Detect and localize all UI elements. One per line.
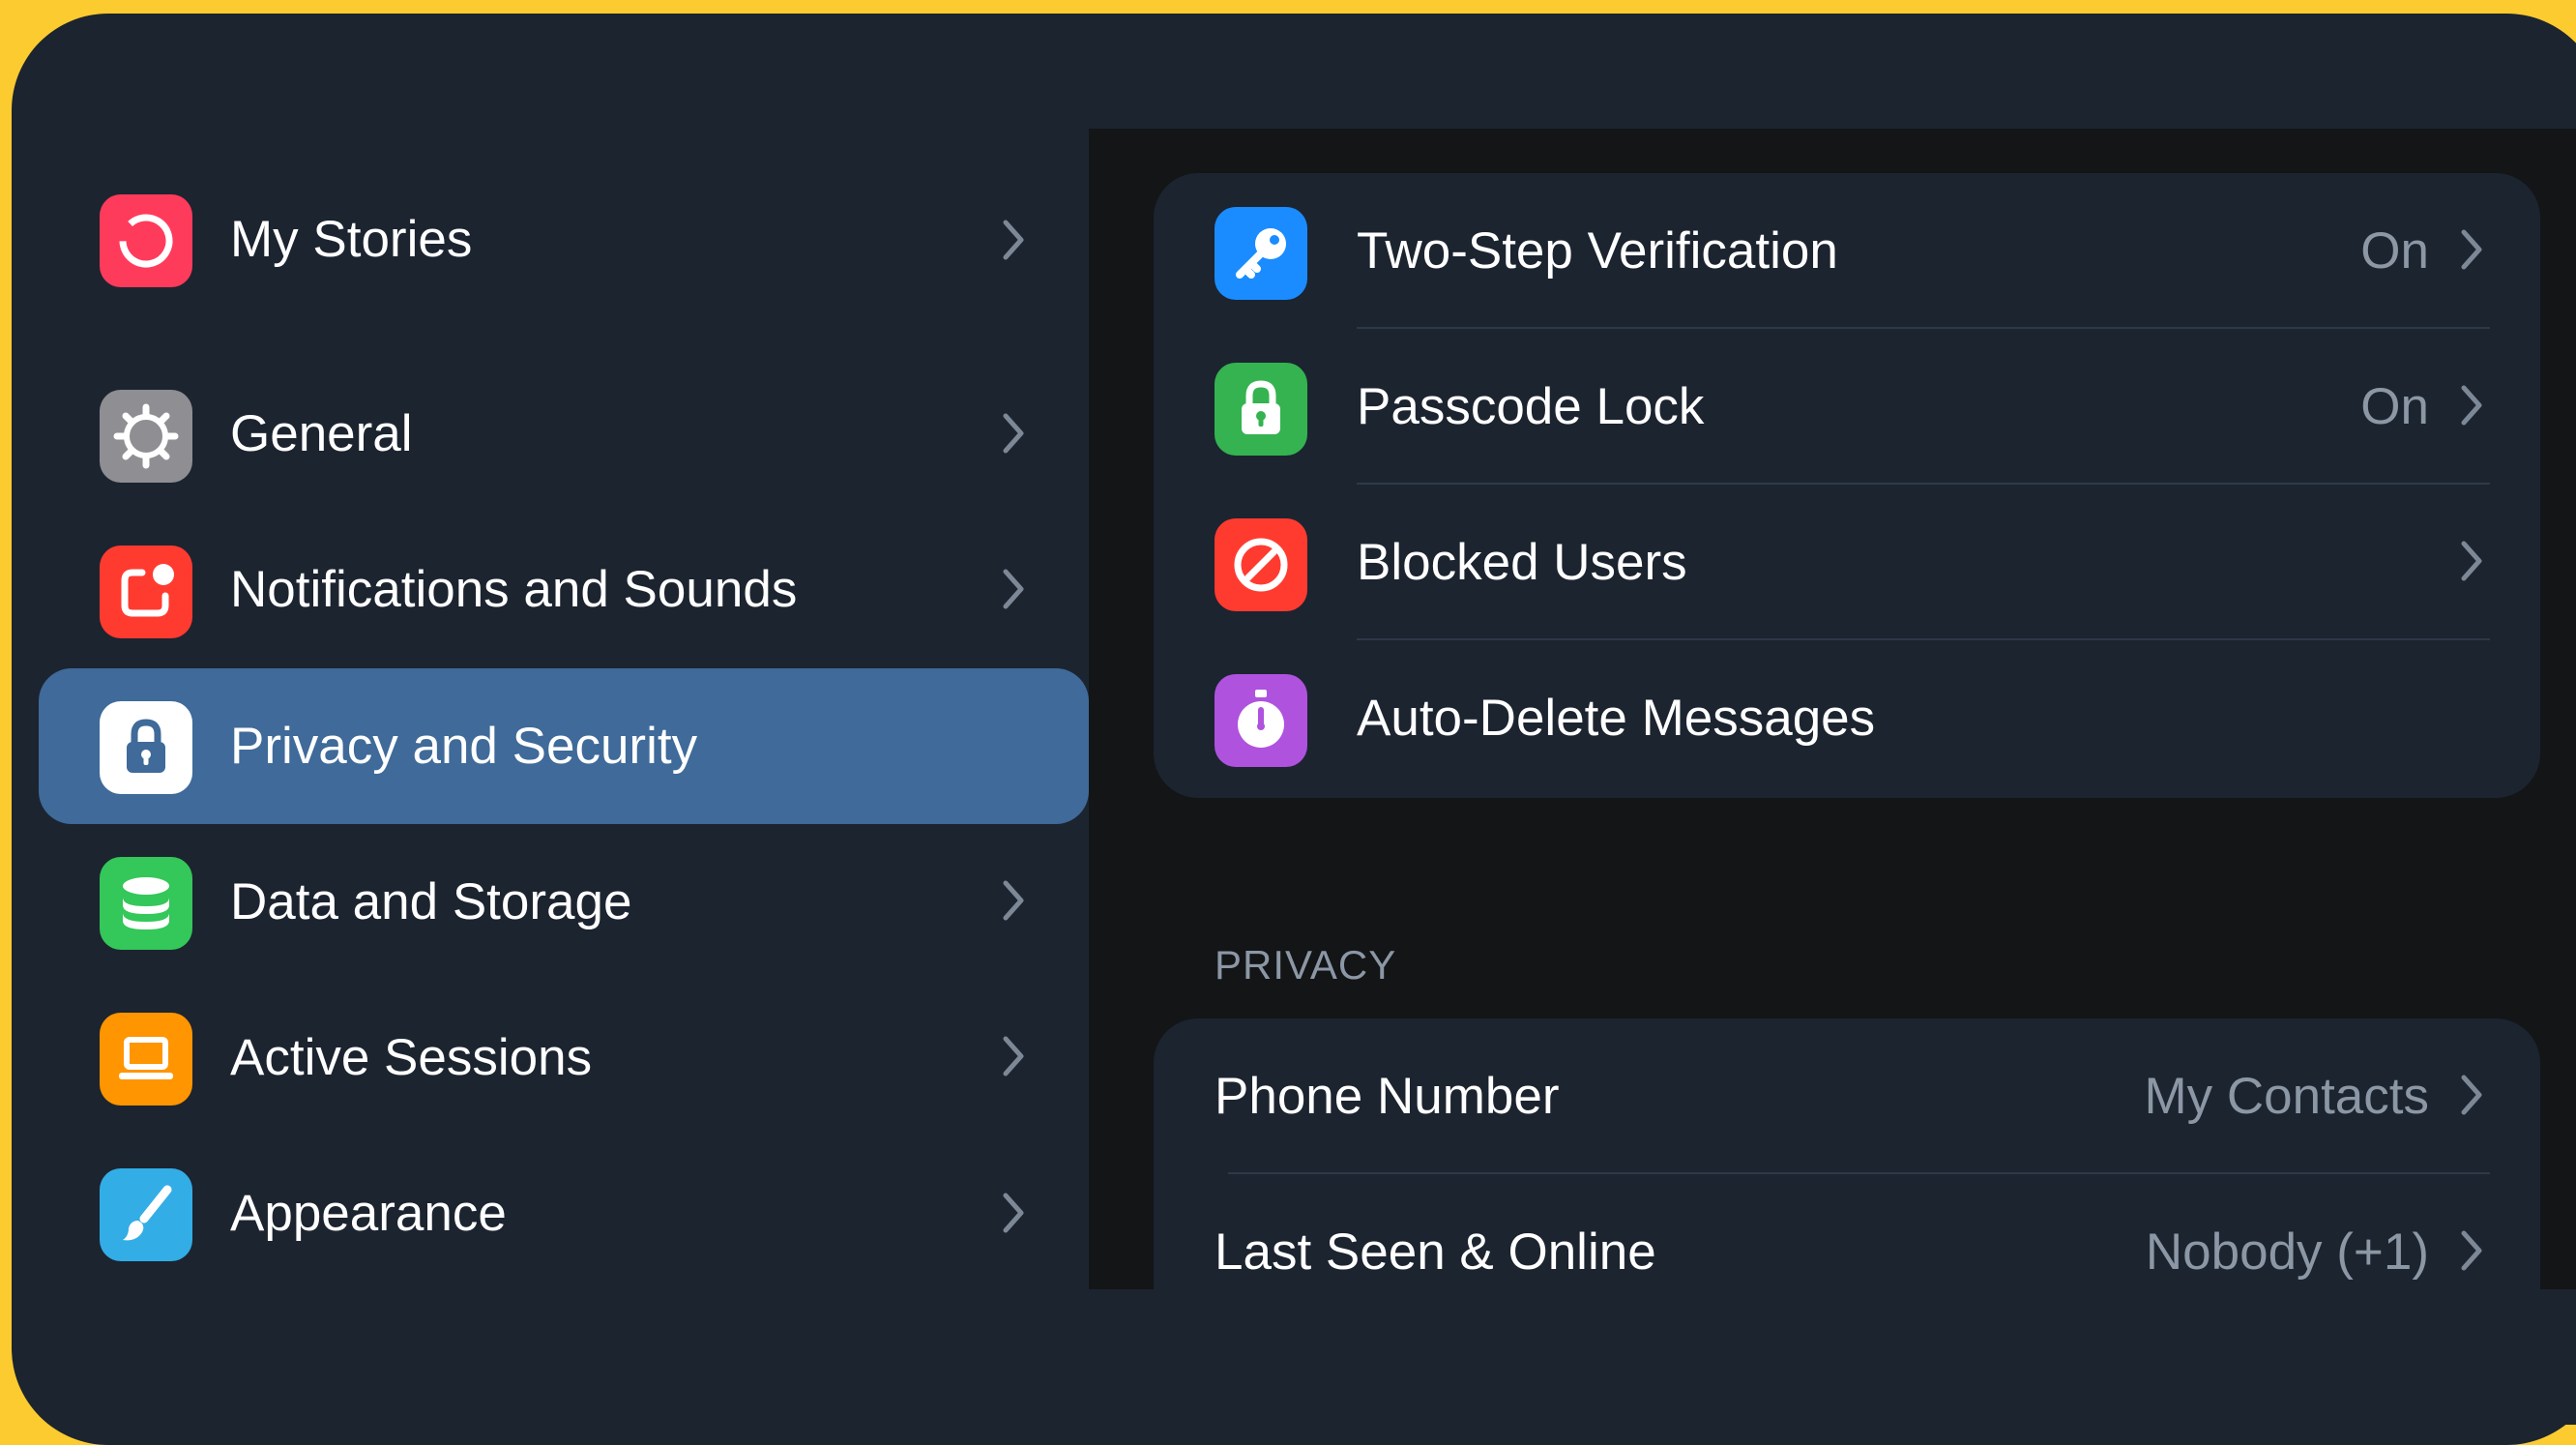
lock-icon [100, 701, 192, 794]
chevron-right-icon [1003, 413, 1024, 454]
sidebar-item-label: My Stories [230, 211, 473, 268]
chevron-right-icon [2461, 1230, 2482, 1271]
sidebar-item-label: Data and Storage [230, 873, 632, 930]
row-value: Nobody (+1) [2145, 1224, 2429, 1281]
chevron-right-icon [1003, 1193, 1024, 1233]
row-value: On [2360, 222, 2429, 280]
sidebar-item-label: General [230, 405, 413, 462]
chevron-right-icon [2461, 385, 2482, 426]
row-label: Last Seen & Online [1215, 1224, 1656, 1281]
chevron-right-icon [1003, 1036, 1024, 1076]
gear-icon [100, 390, 192, 483]
chevron-right-icon [2461, 541, 2482, 581]
blocked-icon [1215, 518, 1307, 611]
key-icon [1215, 207, 1307, 300]
sidebar-item-label: Privacy and Security [230, 718, 698, 775]
bottom-edge [1089, 1289, 2576, 1425]
row-value: My Contacts [2144, 1068, 2429, 1125]
laptop-icon [100, 1013, 192, 1106]
sidebar-item-label: Notifications and Sounds [230, 561, 798, 618]
row-label: Auto-Delete Messages [1357, 690, 1876, 747]
chevron-right-icon [1003, 569, 1024, 609]
lock-icon [1215, 363, 1307, 456]
sidebar-item-label: Active Sessions [230, 1029, 593, 1086]
chevron-right-icon [2461, 1075, 2482, 1115]
row-label: Phone Number [1215, 1068, 1560, 1125]
stories-icon [100, 194, 192, 287]
chevron-right-icon [1003, 220, 1024, 260]
row-label: Blocked Users [1357, 534, 1687, 591]
chevron-right-icon [1003, 880, 1024, 921]
sidebar-item-label: Appearance [230, 1185, 507, 1242]
sidebar-item-appearance[interactable] [39, 1135, 1089, 1291]
brush-icon [100, 1168, 192, 1261]
section-header-privacy: PRIVACY [1215, 942, 1397, 988]
notification-icon [100, 546, 192, 638]
row-label: Two-Step Verification [1357, 222, 1838, 280]
timer-icon [1215, 674, 1307, 767]
sidebar-item-my-stories[interactable] [39, 162, 1089, 317]
sidebar-item-general[interactable] [39, 356, 1089, 512]
database-icon [100, 857, 192, 950]
row-value: On [2360, 378, 2429, 435]
chevron-right-icon [2461, 229, 2482, 270]
row-label: Passcode Lock [1357, 378, 1705, 435]
